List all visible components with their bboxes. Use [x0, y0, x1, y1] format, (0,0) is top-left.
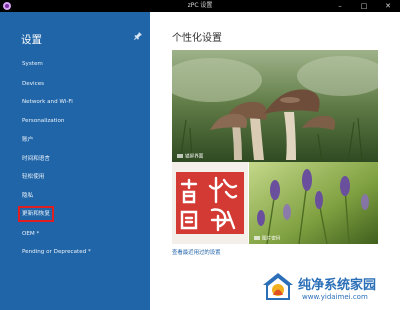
picture-password-tile[interactable]: 图片密码 — [249, 162, 378, 244]
close-button[interactable]: ✕ — [376, 0, 400, 12]
mushroom-image — [172, 50, 378, 162]
personalization-pane: 个性化设置 锁屏界面 图片密码 查看最近用过的设置 — [150, 12, 400, 310]
lock-screen-caption: 锁屏界面 — [177, 154, 203, 161]
watermark-text: 纯净系统家园 — [298, 278, 377, 293]
sidebar-item-ease-of-access[interactable]: 轻松使用 — [22, 173, 44, 181]
maximize-button[interactable]: □ — [352, 0, 376, 12]
minimize-button[interactable]: – — [328, 0, 352, 12]
picture-password-label: 图片密码 — [262, 236, 281, 242]
account-picture-tile[interactable] — [172, 162, 248, 244]
sidebar-item-pending[interactable]: Pending or Deprecated * — [22, 248, 91, 256]
lock-screen-label: 锁屏界面 — [185, 154, 204, 160]
sidebar-item-privacy[interactable]: 隐私 — [22, 192, 33, 200]
sidebar-item-personalization[interactable]: Personalization — [22, 117, 64, 125]
lavender-image — [249, 162, 378, 244]
sidebar-item-accounts[interactable]: 账户 — [22, 136, 33, 144]
picture-password-caption: 图片密码 — [254, 236, 280, 243]
settings-sidebar: 设置 System Devices Network and Wi-Fi Pers… — [0, 12, 150, 310]
page-title: 个性化设置 — [172, 33, 222, 44]
sidebar-item-network[interactable]: Network and Wi-Fi — [22, 98, 73, 106]
house-logo-icon — [263, 273, 293, 300]
sidebar-item-oem[interactable]: OEM * — [22, 230, 39, 238]
title-bar: zPC 设置 – □ ✕ — [0, 0, 400, 12]
sidebar-item-time-language[interactable]: 时间和语言 — [22, 155, 50, 163]
lock-screen-tile[interactable]: 锁屏界面 — [172, 50, 378, 162]
watermark-url: www.yidaimei.com — [302, 293, 368, 301]
recent-settings-link[interactable]: 查看最近用过的设置 — [172, 248, 221, 256]
sidebar-item-system[interactable]: System — [22, 60, 43, 68]
site-watermark: 纯净系统家园 www.yidaimei.com — [262, 270, 396, 306]
sidebar-heading: 设置 — [21, 34, 42, 46]
seal-stamp-image — [172, 162, 248, 244]
sidebar-item-update-recovery[interactable]: 更新和恢复 — [18, 206, 54, 222]
pin-icon[interactable] — [134, 32, 142, 42]
sidebar-item-devices[interactable]: Devices — [22, 80, 44, 88]
